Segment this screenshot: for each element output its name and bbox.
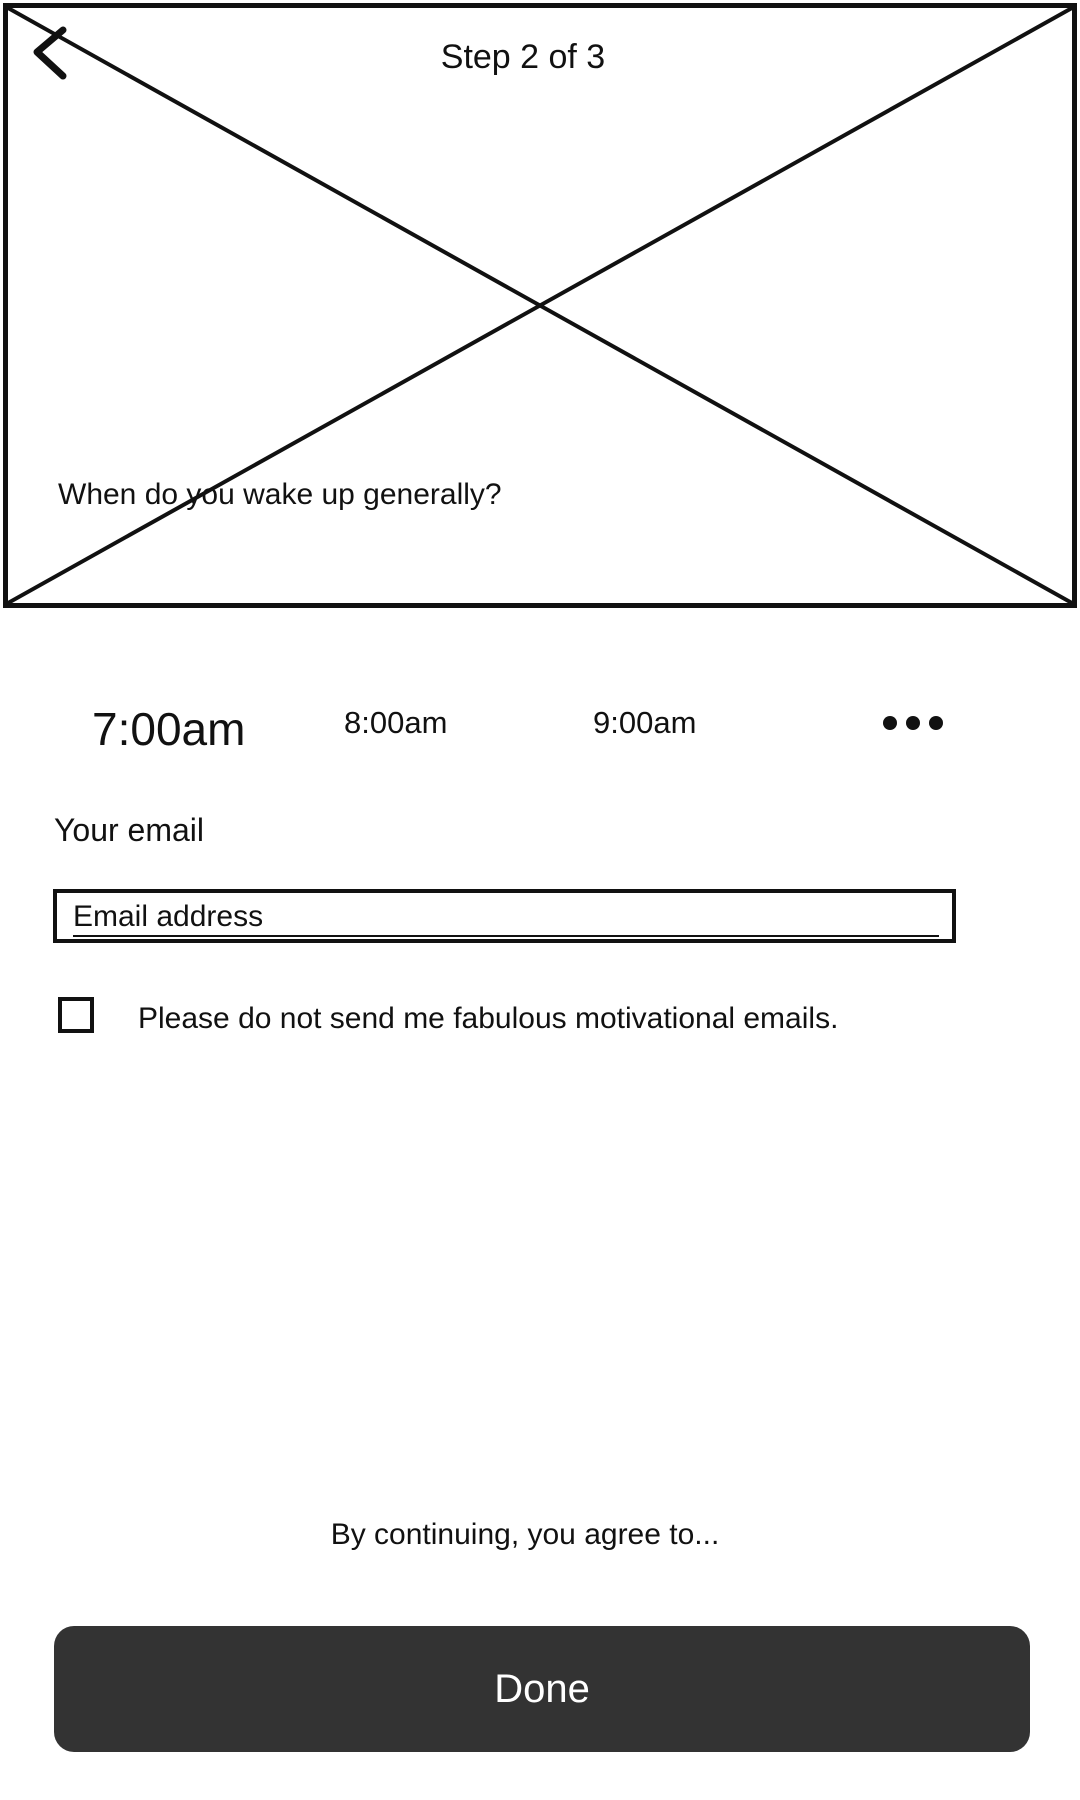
time-option-9am[interactable]: 9:00am <box>593 705 696 741</box>
opt-out-checkbox[interactable] <box>58 997 94 1033</box>
more-horizontal-icon <box>883 716 943 730</box>
email-label: Your email <box>54 812 205 848</box>
hero-image-placeholder: Step 2 of 3 When do you wake up generall… <box>3 3 1077 608</box>
back-button[interactable] <box>27 24 75 84</box>
step-indicator: Step 2 of 3 <box>440 38 606 76</box>
more-options-button[interactable] <box>880 710 946 736</box>
terms-text: By continuing, you agree to... <box>330 1518 720 1551</box>
email-field-container <box>53 889 956 943</box>
time-option-selected[interactable]: 7:00am <box>92 702 245 756</box>
question-text: When do you wake up generally? <box>58 478 502 511</box>
done-button[interactable]: Done <box>54 1626 1030 1752</box>
time-option-8am[interactable]: 8:00am <box>344 705 447 741</box>
image-placeholder-icon <box>8 8 1072 603</box>
opt-out-label: Please do not send me fabulous motivatio… <box>138 1002 839 1035</box>
email-field[interactable] <box>73 899 939 937</box>
chevron-left-icon <box>33 26 67 80</box>
